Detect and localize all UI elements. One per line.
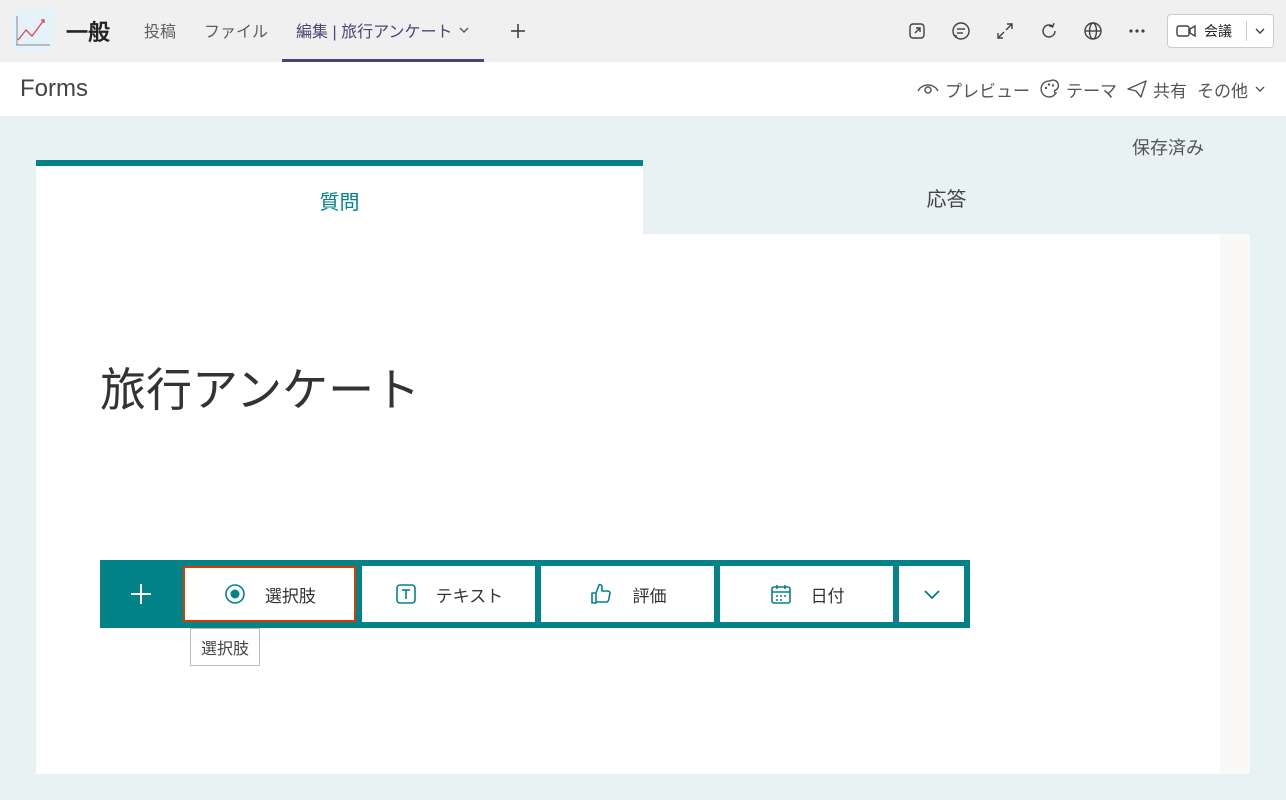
choice-tooltip: 選択肢 bbox=[190, 628, 260, 666]
chat-icon bbox=[951, 21, 971, 41]
video-icon bbox=[1176, 24, 1196, 38]
chevron-down-icon bbox=[1254, 83, 1266, 95]
channel-avatar bbox=[12, 10, 54, 52]
globe-button[interactable] bbox=[1079, 17, 1107, 45]
forms-command-bar: Forms プレビュー テーマ 共有 その他 bbox=[0, 62, 1286, 116]
add-text-button[interactable]: テキスト bbox=[362, 566, 535, 622]
theme-label: テーマ bbox=[1066, 77, 1117, 102]
tab-files[interactable]: ファイル bbox=[190, 0, 282, 62]
chevron-down-icon bbox=[458, 24, 470, 36]
thumbs-up-icon bbox=[588, 582, 614, 606]
forms-canvas: 保存済み 質問 応答 旅行アンケート 選択肢 テキスト bbox=[0, 116, 1286, 800]
teams-actions: 会議 bbox=[903, 14, 1274, 48]
add-tab-button[interactable] bbox=[504, 17, 532, 45]
send-icon bbox=[1127, 80, 1147, 98]
calendar-icon bbox=[769, 582, 793, 606]
tab-questions[interactable]: 質問 bbox=[36, 160, 643, 234]
chevron-down-icon bbox=[923, 588, 941, 600]
chat-button[interactable] bbox=[947, 17, 975, 45]
expand-button[interactable] bbox=[991, 17, 1019, 45]
tab-posts[interactable]: 投稿 bbox=[130, 0, 190, 62]
add-choice-label: 選択肢 bbox=[265, 582, 316, 607]
preview-label: プレビュー bbox=[945, 77, 1030, 102]
plus-icon bbox=[509, 22, 527, 40]
forms-brand: Forms bbox=[20, 75, 88, 103]
expand-icon bbox=[995, 21, 1015, 41]
add-rating-button[interactable]: 評価 bbox=[541, 566, 714, 622]
popout-button[interactable] bbox=[903, 17, 931, 45]
scrollbar[interactable] bbox=[1220, 234, 1250, 774]
form-body: 旅行アンケート 選択肢 テキスト 評価 bbox=[36, 234, 1250, 774]
other-button[interactable]: その他 bbox=[1197, 77, 1266, 102]
form-card: 質問 応答 旅行アンケート 選択肢 テキスト bbox=[36, 160, 1250, 774]
tab-responses[interactable]: 応答 bbox=[643, 160, 1250, 234]
meet-label: 会議 bbox=[1204, 21, 1232, 41]
globe-icon bbox=[1083, 21, 1103, 41]
saved-status: 保存済み bbox=[1132, 134, 1204, 160]
teams-header: 一般 投稿 ファイル 編集 | 旅行アンケート bbox=[0, 0, 1286, 62]
share-button[interactable]: 共有 bbox=[1127, 77, 1187, 102]
radio-icon bbox=[223, 582, 247, 606]
reload-icon bbox=[1039, 21, 1059, 41]
add-question-plus[interactable] bbox=[106, 566, 177, 622]
meet-dropdown[interactable] bbox=[1246, 21, 1265, 41]
add-more-types-button[interactable] bbox=[899, 566, 964, 622]
plus-icon bbox=[128, 581, 154, 607]
teams-tabs: 投稿 ファイル 編集 | 旅行アンケート bbox=[130, 0, 532, 62]
form-title[interactable]: 旅行アンケート bbox=[100, 354, 1186, 420]
more-button[interactable] bbox=[1123, 17, 1151, 45]
tab-edit-label: 編集 | 旅行アンケート bbox=[296, 18, 452, 42]
reload-button[interactable] bbox=[1035, 17, 1063, 45]
add-date-label: 日付 bbox=[811, 582, 845, 607]
add-choice-button[interactable]: 選択肢 bbox=[183, 566, 356, 622]
form-pivot: 質問 応答 bbox=[36, 160, 1250, 234]
chevron-down-icon bbox=[1255, 26, 1265, 36]
chart-line-icon bbox=[16, 16, 50, 46]
meet-button[interactable]: 会議 bbox=[1167, 14, 1274, 48]
share-label: 共有 bbox=[1153, 77, 1187, 102]
palette-icon bbox=[1040, 79, 1060, 99]
popout-icon bbox=[907, 21, 927, 41]
add-question-toolbar: 選択肢 テキスト 評価 日付 選択肢 bbox=[100, 560, 970, 628]
ellipsis-icon bbox=[1128, 22, 1146, 40]
add-text-label: テキスト bbox=[436, 582, 504, 607]
channel-name[interactable]: 一般 bbox=[66, 15, 110, 47]
add-date-button[interactable]: 日付 bbox=[720, 566, 893, 622]
add-rating-label: 評価 bbox=[632, 582, 666, 607]
tab-edit-form[interactable]: 編集 | 旅行アンケート bbox=[282, 0, 484, 62]
preview-button[interactable]: プレビュー bbox=[917, 77, 1030, 102]
text-type-icon bbox=[394, 582, 418, 606]
eye-icon bbox=[917, 81, 939, 97]
theme-button[interactable]: テーマ bbox=[1040, 77, 1117, 102]
other-label: その他 bbox=[1197, 77, 1248, 102]
